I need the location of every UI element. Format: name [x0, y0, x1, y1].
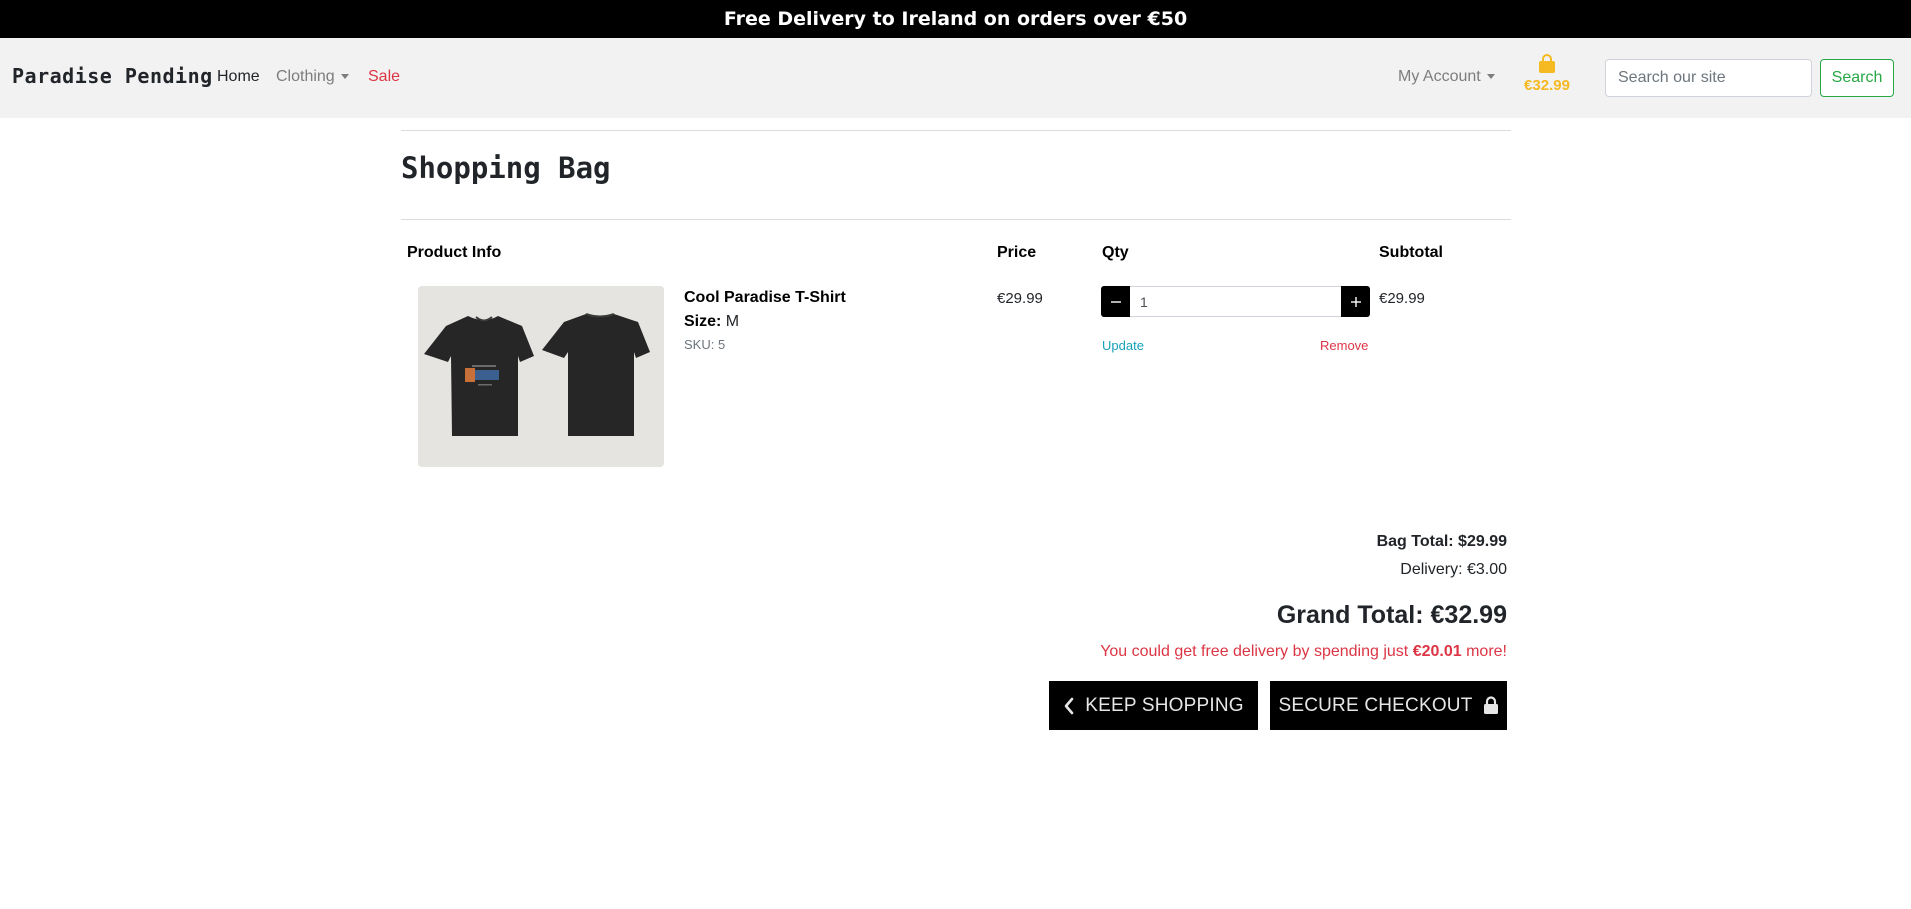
- shopping-bag-link[interactable]: €32.99: [1520, 54, 1574, 94]
- nav-clothing-label: Clothing: [276, 68, 335, 85]
- header-subtotal: Subtotal: [1379, 244, 1443, 261]
- header-qty: Qty: [1102, 244, 1129, 261]
- free-delivery-amount: €20.01: [1412, 643, 1462, 660]
- secure-checkout-label: SECURE CHECKOUT: [1278, 694, 1473, 716]
- minus-icon: [1110, 300, 1121, 303]
- lock-icon: [1483, 696, 1498, 714]
- my-account-label: My Account: [1398, 68, 1481, 85]
- size-label: Size:: [684, 313, 722, 330]
- divider: [401, 130, 1511, 131]
- search-input[interactable]: [1605, 59, 1812, 97]
- product-name: Cool Paradise T-Shirt: [684, 289, 846, 306]
- keep-shopping-label: KEEP SHOPPING: [1085, 694, 1244, 716]
- header-price: Price: [997, 244, 1037, 261]
- qty-increment-button[interactable]: [1341, 286, 1370, 317]
- chevron-left-icon: [1064, 697, 1074, 714]
- brand-logo[interactable]: Paradise Pending: [12, 64, 213, 88]
- free-delivery-message: You could get free delivery by spending …: [1100, 643, 1507, 661]
- free-delivery-suffix: more!: [1466, 643, 1507, 660]
- delivery-banner: Free Delivery to Ireland on orders over …: [0, 0, 1911, 38]
- shopping-bag-icon: [1539, 54, 1555, 73]
- nav-sale-link[interactable]: Sale: [368, 68, 400, 86]
- nav-clothing-dropdown[interactable]: Clothing: [276, 68, 349, 86]
- bag-total: Bag Total: $29.99: [1376, 533, 1507, 550]
- product-image[interactable]: [418, 286, 664, 467]
- plus-icon: [1350, 296, 1361, 307]
- search-button[interactable]: Search: [1820, 59, 1894, 97]
- chevron-down-icon: [340, 74, 349, 80]
- header-product-info: Product Info: [407, 244, 502, 261]
- top-navbar: Paradise Pending Home Clothing Sale My A…: [0, 38, 1911, 118]
- product-size: Size: M: [684, 313, 739, 331]
- tshirt-image: [418, 286, 664, 467]
- nav-home-link[interactable]: Home: [217, 68, 260, 86]
- update-link[interactable]: Update: [1102, 338, 1144, 353]
- my-account-dropdown[interactable]: My Account: [1398, 68, 1495, 86]
- remove-link[interactable]: Remove: [1320, 338, 1368, 353]
- product-subtotal: €29.99: [1379, 290, 1425, 307]
- chevron-down-icon: [1486, 74, 1495, 80]
- product-price: €29.99: [997, 290, 1043, 307]
- qty-input[interactable]: [1130, 286, 1341, 317]
- grand-total: Grand Total: €32.99: [1276, 601, 1507, 629]
- product-sku: SKU: 5: [684, 337, 726, 352]
- free-delivery-prefix: You could get free delivery by spending …: [1100, 643, 1409, 660]
- page-title: Shopping Bag: [401, 151, 611, 185]
- size-value: M: [725, 313, 740, 330]
- keep-shopping-button[interactable]: KEEP SHOPPING: [1049, 681, 1258, 730]
- divider: [401, 219, 1511, 220]
- bag-total-amount: €32.99: [1524, 77, 1570, 94]
- delivery-cost: Delivery: €3.00: [1400, 561, 1507, 578]
- qty-decrement-button[interactable]: [1101, 286, 1130, 317]
- secure-checkout-button[interactable]: SECURE CHECKOUT: [1270, 681, 1507, 730]
